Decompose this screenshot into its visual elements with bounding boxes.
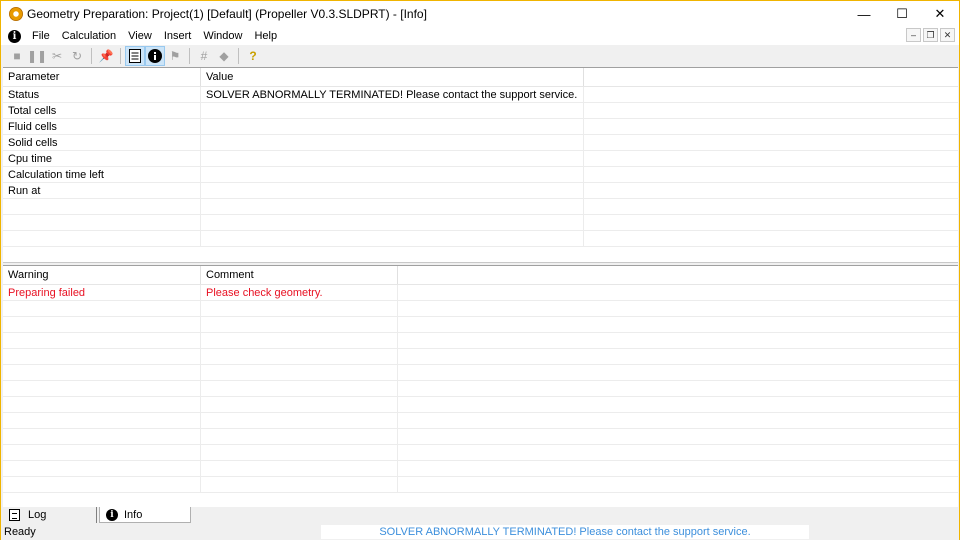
parameter-name: Cpu time: [3, 151, 201, 166]
parameter-name: Total cells: [3, 103, 201, 118]
value-column-header[interactable]: Value: [201, 68, 584, 86]
log-icon[interactable]: [125, 46, 145, 66]
empty-row: [3, 301, 958, 317]
parameters-header: Parameter Value: [3, 68, 958, 87]
tab-info[interactable]: i Info: [99, 507, 191, 523]
menu-insert[interactable]: Insert: [158, 30, 198, 42]
parameter-name: Fluid cells: [3, 119, 201, 134]
table-row[interactable]: Total cells: [3, 103, 958, 119]
comment-text: Please check geometry.: [201, 285, 398, 300]
empty-row: [3, 461, 958, 477]
menu-file[interactable]: File: [26, 30, 56, 42]
table-row[interactable]: Status SOLVER ABNORMALLY TERMINATED! Ple…: [3, 87, 958, 103]
empty-row: [3, 429, 958, 445]
close-button[interactable]: ✕: [921, 1, 959, 27]
parameter-value: [201, 119, 584, 134]
menu-bar: i File Calculation View Insert Window He…: [1, 27, 959, 45]
empty-column-header: [398, 266, 958, 284]
empty-row: [3, 397, 958, 413]
pin-icon[interactable]: 📌: [96, 46, 116, 66]
menu-window[interactable]: Window: [197, 30, 248, 42]
toolbar-separator: [189, 48, 190, 64]
minimize-button[interactable]: —: [845, 1, 883, 27]
comment-column-header[interactable]: Comment: [201, 266, 398, 284]
table-row[interactable]: Solid cells: [3, 135, 958, 151]
table-row[interactable]: Calculation time left: [3, 167, 958, 183]
maximize-button[interactable]: ☐: [883, 1, 921, 27]
info-icon: i: [106, 508, 118, 521]
menu-help[interactable]: Help: [248, 30, 283, 42]
table-row[interactable]: Run at: [3, 183, 958, 199]
diamond-icon[interactable]: ◆: [214, 46, 234, 66]
document-info-icon[interactable]: i: [8, 29, 21, 43]
mdi-minimize-button[interactable]: –: [906, 28, 921, 42]
empty-row: [3, 413, 958, 429]
empty-row: [3, 365, 958, 381]
app-logo-icon: [9, 7, 23, 21]
table-row[interactable]: Fluid cells: [3, 119, 958, 135]
tab-log[interactable]: Log: [3, 507, 97, 523]
table-row[interactable]: Preparing failed Please check geometry.: [3, 285, 958, 301]
empty-row: [3, 333, 958, 349]
warnings-panel: Warning Comment Preparing failed Please …: [3, 265, 958, 507]
parameter-value: [201, 103, 584, 118]
stop-icon[interactable]: ■: [7, 46, 27, 66]
parameter-value: [201, 167, 584, 182]
empty-row: [3, 477, 958, 493]
title-bar: Geometry Preparation: Project(1) [Defaul…: [1, 1, 959, 27]
warnings-header: Warning Comment: [3, 266, 958, 285]
empty-row: [3, 199, 958, 215]
mdi-restore-button[interactable]: ❐: [923, 28, 938, 42]
status-ready-text: Ready: [4, 526, 36, 538]
parameter-name: Solid cells: [3, 135, 201, 150]
empty-row: [3, 445, 958, 461]
menu-view[interactable]: View: [122, 30, 158, 42]
empty-row: [3, 215, 958, 231]
help-icon[interactable]: ?: [243, 46, 263, 66]
parameter-value: [201, 135, 584, 150]
warning-column-header[interactable]: Warning: [3, 266, 201, 284]
refresh-icon[interactable]: ↻: [67, 46, 87, 66]
app-window: Geometry Preparation: Project(1) [Defaul…: [0, 0, 960, 540]
tab-info-label: Info: [124, 508, 143, 521]
status-message: SOLVER ABNORMALLY TERMINATED! Please con…: [321, 525, 809, 539]
pause-icon[interactable]: ❚❚: [27, 46, 47, 66]
parameter-name: Calculation time left: [3, 167, 201, 182]
parameter-value: [201, 151, 584, 166]
toolbar: ■ ❚❚ ✂ ↻ 📌 ⚑ # ◆ ?: [1, 45, 959, 67]
parameters-panel: Parameter Value Status SOLVER ABNORMALLY…: [3, 67, 958, 262]
empty-row: [3, 231, 958, 247]
empty-row: [3, 381, 958, 397]
parameter-name: Run at: [3, 183, 201, 198]
toolbar-separator: [120, 48, 121, 64]
info-icon[interactable]: [145, 46, 165, 66]
menu-calculation[interactable]: Calculation: [56, 30, 122, 42]
status-bar: Ready SOLVER ABNORMALLY TERMINATED! Plea…: [1, 524, 959, 540]
parameter-column-header[interactable]: Parameter: [3, 68, 201, 86]
empty-row: [3, 317, 958, 333]
window-title: Geometry Preparation: Project(1) [Defaul…: [27, 7, 427, 21]
mdi-close-button[interactable]: ✕: [940, 28, 955, 42]
toolbar-separator: [91, 48, 92, 64]
parameter-name: Status: [3, 87, 201, 102]
warning-text: Preparing failed: [3, 285, 201, 300]
empty-row: [3, 349, 958, 365]
empty-column-header: [584, 68, 958, 86]
table-row[interactable]: Cpu time: [3, 151, 958, 167]
mdi-controls: – ❐ ✕: [906, 28, 955, 42]
cut-icon[interactable]: ✂: [47, 46, 67, 66]
view-tabs: Log i Info: [3, 507, 958, 523]
parameter-value: SOLVER ABNORMALLY TERMINATED! Please con…: [201, 87, 584, 102]
tab-log-label: Log: [28, 509, 47, 521]
log-icon: [9, 509, 20, 521]
grid-icon[interactable]: #: [194, 46, 214, 66]
toolbar-separator: [238, 48, 239, 64]
flag-icon[interactable]: ⚑: [165, 46, 185, 66]
parameter-value: [201, 183, 584, 198]
